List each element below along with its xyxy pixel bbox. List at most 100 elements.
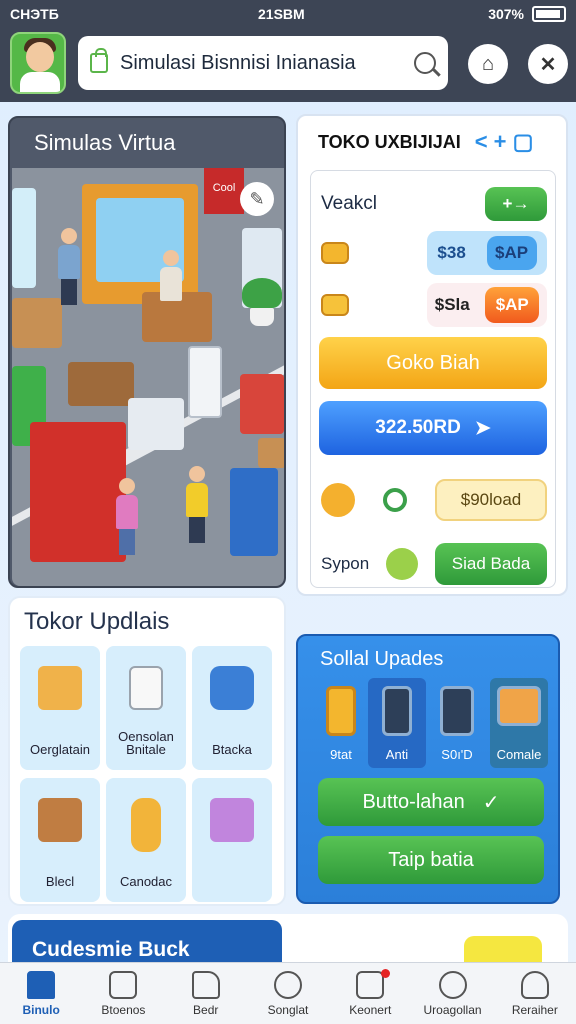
toggle-icon[interactable]: < + ▢ [475,129,534,155]
tab-shop[interactable]: Btoenos [82,963,164,1024]
atm-kiosk [188,346,222,418]
coin-stack-icon [321,294,349,316]
edit-button[interactable]: ✎ [240,182,274,216]
box-icon [38,666,82,710]
shuffle-button[interactable]: ✕ [528,44,568,84]
tile-label: Canodac [119,874,173,889]
item-label: Veakcl [321,193,377,214]
update-tile[interactable]: Btacka [192,646,272,770]
customer-figure [58,228,80,305]
tab-home[interactable]: Binulo [0,963,82,1024]
customer-figure [186,466,208,543]
balance-button[interactable]: 322.50RD ➤ [319,401,547,455]
battery-percent: 307% [488,6,524,22]
monitor-icon [497,686,541,726]
tab-deals[interactable]: Bedr [165,963,247,1024]
fridge [12,188,36,288]
store-title: TOKO UXBIJIJAI [318,131,461,152]
tab-label: Songlat [267,1003,309,1017]
simulator-card: Simulas Virtua Cool ✎ [8,116,286,588]
updates-title: Tokor Updlais [24,608,170,635]
potted-plant [242,278,282,326]
shuffle-icon: ✕ [539,53,557,76]
tab-stats[interactable]: Songlat [247,963,329,1024]
status-bar: CHЭТБ 21SBM 307% [0,0,576,28]
cursor-icon: ➤ [474,417,491,439]
battery-icon [532,6,566,22]
notification-badge [381,969,391,978]
store-inner-panel: Veakcl +→ $38 $AP $Sla $AP Goko Biah 322… [310,170,556,588]
check-icon[interactable] [386,548,419,580]
add-button[interactable]: +→ [485,187,547,221]
special-title: Sollal Upades [320,648,444,670]
open-box-icon [38,798,82,842]
display-table [68,362,134,406]
update-tile[interactable]: Oerglatain [20,646,100,770]
price-value: $Sla [434,295,470,314]
balance-value: 322.50RD [375,417,461,438]
phone-icon [382,686,412,736]
cooler-icon [210,666,254,710]
drink-fridge [230,468,278,556]
primary-upgrade-button[interactable]: Butto-lahan ✓ [318,778,544,826]
start-button[interactable]: Siad Bada [434,543,547,585]
price-tag: $AP [486,236,537,270]
update-tile[interactable] [192,778,272,902]
settings-icon [438,971,467,999]
tile-label: Blecl [45,874,75,889]
avatar[interactable] [10,32,66,94]
mascot-icon [321,483,355,517]
upgrade-label: Anti [385,747,409,762]
upgrade-item[interactable]: S0ı'D [428,678,486,768]
update-tile[interactable]: Oensolan Bnitale [106,646,186,770]
secondary-upgrade-button[interactable]: Taip batia [318,836,544,884]
tab-label: Keonert [349,1003,392,1017]
price-tag: $AP [485,287,540,323]
price-option-1[interactable]: $38 $AP [427,231,547,275]
update-tile[interactable]: Canodac [106,778,186,902]
store-panel: TOKO UXBIJIJAI < + ▢ Veakcl +→ $38 $AP $… [296,114,568,596]
refresh-icon[interactable] [383,488,407,512]
display-table [240,374,284,434]
shop-sign: Cool [204,168,244,214]
tag-icon [191,971,220,999]
update-tile[interactable]: Blecl [20,778,100,902]
tile-label: Oensolan Bnitale [118,729,174,757]
tab-label: Btoenos [101,1003,146,1017]
special-upgrades-panel: Sollal Upades 9tat Anti S0ı'D Comale But… [296,634,560,904]
pencil-icon: ✎ [249,188,265,209]
app-header: Simulasi Bisnnisi Inianasia ⌂ ✕ [0,28,576,102]
upgrade-item[interactable]: Comale [490,678,548,768]
crate [12,298,62,348]
bottom-tab-bar: Binulo Btoenos Bedr Songlat Keonert Uroa… [0,962,576,1024]
coin-icon [321,242,349,264]
chart-icon [356,971,385,999]
upgrade-label: S0ı'D [441,747,473,762]
download-button[interactable]: $90load [435,479,547,521]
smart-tag-icon [326,686,356,736]
store-scene[interactable]: Cool ✎ [12,168,284,586]
gauge-icon [273,971,302,999]
search-bar[interactable]: Simulasi Bisnnisi Inianasia [78,36,448,90]
crate [258,438,284,468]
tab-reports[interactable]: Keonert [329,963,411,1024]
upgrade-label: 9tat [330,747,352,762]
carrier-label: CHЭТБ [10,6,59,22]
customer-figure [116,478,138,555]
tab-label: Reraiher [511,1003,558,1017]
cashier-figure [160,250,182,301]
tab-settings[interactable]: Uroagollan [411,963,493,1024]
button-label: Butto-lahan [362,790,465,813]
price-option-2[interactable]: $Sla $AP [427,283,547,327]
tab-profile[interactable]: Reraiher [494,963,576,1024]
buy-button[interactable]: Goko Biah [319,337,547,389]
upgrade-item[interactable]: Anti [368,678,426,768]
tablet-icon [440,686,474,736]
display-table [128,398,184,450]
bottle-icon [131,798,161,852]
search-icon[interactable] [414,52,436,74]
search-input[interactable]: Simulasi Bisnnisi Inianasia [120,52,414,75]
upgrade-item[interactable]: 9tat [312,678,370,768]
home-button[interactable]: ⌂ [468,44,508,84]
upgrade-label: Comale [496,747,542,762]
